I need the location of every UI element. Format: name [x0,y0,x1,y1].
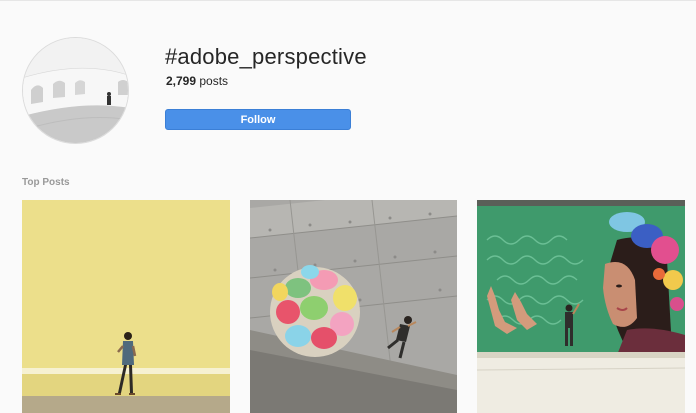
post-count-label: posts [196,74,229,88]
top-post-3[interactable] [477,200,685,413]
top-post-2[interactable] [250,200,457,413]
top-divider [0,0,696,1]
top-post-1[interactable] [22,200,230,413]
top-posts-heading: Top Posts [22,177,70,188]
post-count: 2,799 posts [166,74,228,88]
follow-button[interactable]: Follow [165,109,351,130]
post-count-number: 2,799 [166,74,197,88]
hashtag-avatar [22,37,129,144]
hashtag-title: #adobe_perspective [165,44,367,69]
